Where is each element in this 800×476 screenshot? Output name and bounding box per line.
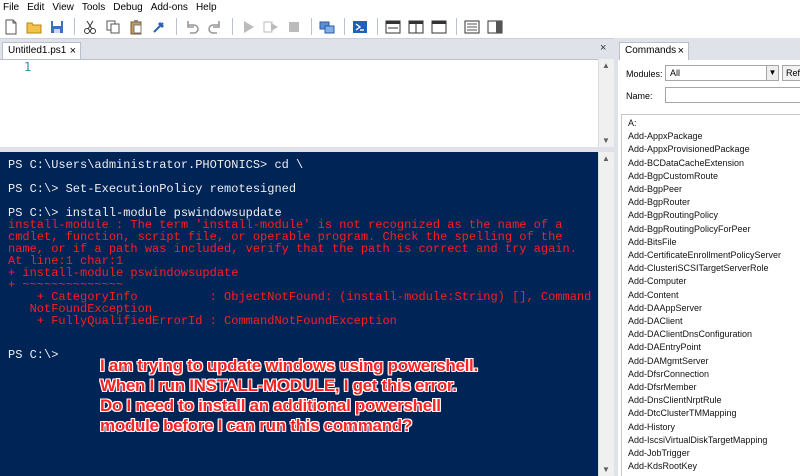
command-list-item[interactable]: Add-ClusteriSCSITargetServerRole [628, 262, 769, 275]
scroll-up-icon[interactable]: ▲ [602, 61, 610, 70]
toolbar-separator [344, 18, 345, 35]
script-editor[interactable] [0, 59, 598, 147]
toolbar-separator [377, 18, 378, 35]
powershell-icon[interactable] [352, 19, 368, 35]
menu-addons[interactable]: Add-ons [147, 0, 192, 15]
modules-select[interactable]: All [665, 65, 779, 81]
menu-view[interactable]: View [48, 0, 78, 15]
annotation-line: I am trying to update windows using powe… [100, 356, 478, 375]
toolbar [0, 15, 800, 38]
cut-icon[interactable] [82, 19, 98, 35]
tab-close-icon[interactable]: × [678, 43, 684, 59]
copy-icon[interactable] [105, 19, 121, 35]
command-list-item[interactable]: Add-DAMgmtServer [628, 355, 709, 368]
console-prompt: PS C:\> [8, 348, 59, 362]
console-scrollbar[interactable]: ▲ ▼ [598, 152, 614, 476]
tab-close-icon[interactable]: × [70, 43, 76, 59]
layout-max-icon[interactable] [431, 19, 447, 35]
show-script-icon[interactable] [464, 19, 480, 35]
command-list-item[interactable]: Add-BgpCustomRoute [628, 170, 718, 183]
command-list-item[interactable]: Add-DAClientDnsConfiguration [628, 328, 752, 341]
tab-untitled1[interactable]: Untitled1.ps1 × [2, 42, 81, 60]
error-line: + FullyQualifiedErrorId : CommandNotFoun… [8, 314, 397, 328]
command-list-item[interactable]: Add-DAClient [628, 315, 683, 328]
show-commands-icon[interactable] [487, 19, 503, 35]
toolbar-separator [176, 18, 177, 35]
name-label: Name: [626, 91, 653, 101]
command-list-item[interactable]: Add-KdsRootKey [628, 460, 697, 473]
command-list-item[interactable]: Add-IscsiVirtualDiskTargetMapping [628, 434, 767, 447]
command-list-item[interactable]: Add-JobTrigger [628, 447, 690, 460]
toolbar-separator [311, 18, 312, 35]
clear-icon[interactable] [151, 19, 167, 35]
scroll-down-icon[interactable]: ▼ [602, 465, 610, 474]
editor-tab-strip [0, 38, 614, 60]
undo-icon[interactable] [184, 19, 200, 35]
command-list-item[interactable]: Add-History [628, 421, 675, 434]
run-selection-icon[interactable] [263, 19, 279, 35]
console-line: PS C:\Users\administrator.PHOTONICS> cd … [8, 158, 304, 172]
command-list-item[interactable]: Add-BitsFile [628, 236, 677, 249]
scroll-up-icon[interactable]: ▲ [602, 154, 610, 163]
editor-scrollbar[interactable]: ▲ ▼ [598, 59, 614, 147]
save-icon[interactable] [49, 19, 65, 35]
tab-commands[interactable]: Commands × [619, 42, 689, 60]
command-list-item[interactable]: Add-Computer [628, 275, 687, 288]
annotation-line: Do I need to install an additional power… [100, 396, 441, 415]
toolbar-separator [456, 18, 457, 35]
command-list-item[interactable]: Add-DAEntryPoint [628, 341, 701, 354]
line-number: 1 [24, 60, 32, 74]
refresh-button[interactable]: Refresh [782, 65, 800, 81]
command-list-item[interactable]: Add-BgpRoutingPolicy [628, 209, 718, 222]
command-list-item[interactable]: Add-DtcClusterTMMapping [628, 407, 737, 420]
toolbar-separator [74, 18, 75, 35]
new-file-icon[interactable] [3, 19, 19, 35]
command-list-item[interactable]: Add-BCDataCacheExtension [628, 157, 744, 170]
redo-icon[interactable] [207, 19, 223, 35]
command-list-item[interactable]: Add-BgpRouter [628, 196, 690, 209]
run-icon[interactable] [240, 19, 256, 35]
remote-icon[interactable] [319, 19, 335, 35]
command-list-item[interactable]: Add-BgpPeer [628, 183, 682, 196]
toolbar-separator [232, 18, 233, 35]
modules-label: Modules: [626, 69, 663, 79]
menu-tools[interactable]: Tools [78, 0, 109, 15]
command-list-item[interactable]: Add-Content [628, 289, 679, 302]
menu-file[interactable]: File [0, 0, 23, 15]
open-folder-icon[interactable] [26, 19, 42, 35]
command-list-item[interactable]: Add-BgpRoutingPolicyForPeer [628, 223, 751, 236]
tab-label: Untitled1.ps1 [8, 45, 67, 56]
annotation-text: I am trying to update windows using powe… [100, 356, 580, 436]
tab-label: Commands [625, 45, 677, 56]
console-line: PS C:\> Set-ExecutionPolicy remotesigned [8, 182, 297, 196]
menu-edit[interactable]: Edit [23, 0, 48, 15]
command-list-item[interactable]: Add-DfsrConnection [628, 368, 709, 381]
chevron-down-icon[interactable]: ▼ [766, 65, 779, 81]
menu-debug[interactable]: Debug [109, 0, 146, 15]
menu-help[interactable]: Help [192, 0, 221, 15]
scroll-down-icon[interactable]: ▼ [602, 136, 610, 145]
pane-close-icon[interactable]: × [600, 42, 612, 56]
command-list-item[interactable]: Add-DAAppServer [628, 302, 702, 315]
paste-icon[interactable] [128, 19, 144, 35]
command-list-item[interactable]: A: [628, 117, 637, 130]
command-list-item[interactable]: Add-AppxProvisionedPackage [628, 143, 750, 156]
layout-right-icon[interactable] [408, 19, 424, 35]
command-list-item[interactable]: Add-CertificateEnrollmentPolicyServer [628, 249, 781, 262]
annotation-line: module before I can run this command? [100, 416, 412, 435]
menu-bar: File Edit View Tools Debug Add-ons Help [0, 0, 800, 15]
command-list-item[interactable]: Add-AppxPackage [628, 130, 703, 143]
stop-icon[interactable] [286, 19, 302, 35]
command-list[interactable]: A: Add-AppxPackage Add-AppxProvisionedPack… [621, 114, 800, 476]
name-input[interactable] [665, 87, 800, 103]
layout-top-icon[interactable] [385, 19, 401, 35]
command-list-item[interactable]: Add-DfsrMember [628, 381, 697, 394]
command-list-item[interactable]: Add-DnsClientNrptRule [628, 394, 722, 407]
annotation-line: When I run INSTALL-MODULE, I get this er… [100, 376, 457, 395]
